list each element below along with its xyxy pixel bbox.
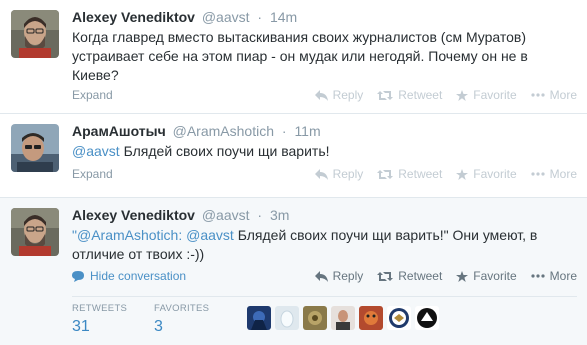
retweet-icon (377, 169, 394, 179)
favoriter-avatar[interactable] (275, 306, 299, 330)
reply-button[interactable]: Reply (314, 167, 364, 181)
reply-label: Reply (332, 269, 364, 283)
retweet-button[interactable]: Retweet (377, 167, 442, 181)
retweets-count: 31 (72, 318, 90, 335)
favorite-button[interactable]: Favorite (456, 269, 517, 283)
star-icon (456, 89, 469, 101)
reply-icon (314, 168, 328, 180)
reply-icon (314, 270, 328, 282)
retweet-label: Retweet (398, 88, 443, 102)
star-icon (456, 168, 469, 180)
more-button[interactable]: More (531, 88, 577, 102)
favorite-label: Favorite (473, 167, 517, 181)
hide-conversation-link[interactable]: Hide conversation (72, 269, 186, 283)
tweet-actions: Reply Retweet Favorite More (301, 88, 577, 102)
avatar[interactable] (11, 124, 59, 172)
favoriter-avatar[interactable] (387, 306, 411, 330)
reply-button[interactable]: Reply (314, 88, 364, 102)
favoriter-avatar[interactable] (359, 306, 383, 330)
more-label: More (549, 88, 577, 102)
tweet-timestamp[interactable]: 14m (270, 9, 297, 25)
favorites-stat[interactable]: FAVORITES 3 (154, 303, 209, 336)
more-dots-icon (531, 93, 545, 97)
more-dots-icon (531, 172, 545, 176)
tweet-timestamp[interactable]: 11m (294, 123, 320, 139)
favorites-count: 3 (154, 318, 163, 335)
tweet-text-body: Блядей своих поучи щи варить! (119, 143, 330, 159)
author-name[interactable]: Alexey Venediktov (72, 9, 195, 25)
favorite-button[interactable]: Favorite (456, 88, 517, 102)
author-name[interactable]: Alexey Venediktov (72, 207, 195, 223)
separator-dot: · (257, 207, 263, 223)
mention-separator: : (178, 227, 187, 243)
favoriter-avatar[interactable] (303, 306, 327, 330)
reply-icon (314, 89, 328, 101)
avatar[interactable] (11, 10, 59, 58)
retweet-label: Retweet (398, 269, 443, 283)
more-label: More (549, 167, 577, 181)
separator-dot: · (281, 123, 287, 139)
tweet-actions: Reply Retweet Favorite More (301, 167, 577, 181)
more-dots-icon (531, 274, 545, 278)
tweet-timestamp[interactable]: 3m (270, 207, 289, 223)
hide-conversation-label: Hide conversation (90, 269, 187, 283)
tweet-text: @aavst Блядей своих поучи щи варить! (72, 142, 572, 161)
more-button[interactable]: More (531, 167, 577, 181)
favoriter-avatar[interactable] (415, 306, 439, 330)
retweet-button[interactable]: Retweet (377, 88, 442, 102)
tweet-text: Когда главред вместо вытаскивания своих … (72, 29, 528, 83)
retweets-stat[interactable]: RETWEETS 31 (72, 303, 127, 336)
tweet-text: "@AramAshotich: @aavst Блядей своих поуч… (72, 226, 572, 264)
favorites-label: FAVORITES (154, 303, 210, 314)
tweet-1[interactable]: Alexey Venediktov @aavst · 14m Когда гла… (0, 0, 587, 114)
retweet-icon (377, 90, 394, 100)
favoriters-avatar-list (247, 306, 439, 330)
more-button[interactable]: More (531, 269, 577, 283)
more-label: More (549, 269, 577, 283)
favorite-button[interactable]: Favorite (456, 167, 517, 181)
separator-dot: · (257, 9, 263, 25)
author-username[interactable]: @AramAshotich (173, 123, 274, 139)
mention-link[interactable]: @AramAshotich (77, 227, 178, 243)
retweet-label: Retweet (398, 167, 443, 181)
author-name[interactable]: АрамАшотыч (72, 123, 166, 139)
tweet-2[interactable]: АрамАшотыч @AramAshotich · 11m @aavst Бл… (0, 114, 587, 198)
favorite-label: Favorite (473, 269, 517, 283)
favoriter-avatar[interactable] (247, 306, 271, 330)
author-username[interactable]: @aavst (202, 207, 250, 223)
star-icon (456, 270, 469, 282)
tweet-actions: Reply Retweet Favorite More (301, 269, 577, 283)
mention-link[interactable]: @aavst (186, 227, 234, 243)
retweets-label: RETWEETS (72, 303, 128, 314)
reply-label: Reply (332, 88, 364, 102)
reply-label: Reply (332, 167, 364, 181)
speech-bubble-icon (72, 270, 84, 282)
retweet-button[interactable]: Retweet (377, 269, 442, 283)
expand-link[interactable]: Expand (72, 167, 113, 181)
author-username[interactable]: @aavst (202, 9, 250, 25)
mention-link[interactable]: @aavst (72, 143, 120, 159)
favoriter-avatar[interactable] (331, 306, 355, 330)
expand-link[interactable]: Expand (72, 88, 113, 102)
avatar[interactable] (11, 208, 59, 256)
retweet-icon (377, 271, 394, 281)
tweet-stats: RETWEETS 31 FAVORITES 3 (72, 296, 577, 342)
favorite-label: Favorite (473, 88, 517, 102)
reply-button[interactable]: Reply (314, 269, 364, 283)
